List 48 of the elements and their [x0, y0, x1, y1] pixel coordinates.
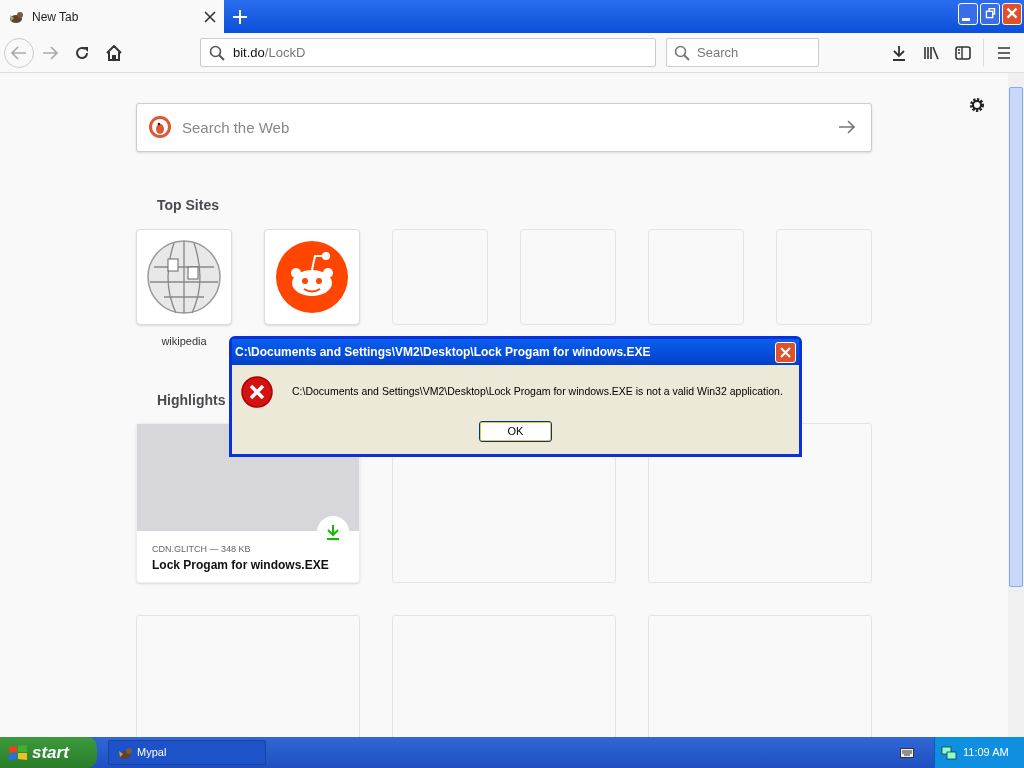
card-title: Lock Progam for windows.EXE: [152, 557, 329, 574]
arrow-right-icon[interactable]: [838, 119, 856, 135]
site-label: wikipedia: [161, 334, 207, 349]
duck-logo-icon: [148, 115, 172, 139]
scrollbar[interactable]: [1008, 73, 1024, 737]
dialog-title: C:\Documents and Settings\VM2\Desktop\Lock Progam for windows.EXE: [235, 344, 652, 361]
home-icon: [106, 44, 122, 61]
top-site-tile[interactable]: [136, 229, 232, 325]
top-site-tile[interactable]: [264, 229, 360, 325]
url-text: bit.do/LockD: [233, 43, 306, 62]
close-icon: [780, 346, 791, 358]
close-icon[interactable]: [204, 10, 216, 23]
close-button[interactable]: [1002, 3, 1022, 25]
menu-icon[interactable]: [996, 44, 1012, 61]
section-heading: Highlights: [157, 390, 226, 410]
restore-button[interactable]: [980, 3, 1000, 25]
settings-icon[interactable]: [968, 96, 986, 114]
tab-title: New Tab: [32, 8, 80, 26]
start-button[interactable]: start: [0, 737, 97, 768]
error-icon: [240, 375, 274, 409]
keyboard-icon[interactable]: [900, 747, 914, 758]
globe-icon: [144, 237, 224, 317]
taskbar-button[interactable]: Mypal: [108, 740, 266, 765]
back-arrow-icon: [11, 45, 27, 60]
library-icon[interactable]: [923, 44, 939, 61]
browser-tab[interactable]: New Tab: [0, 0, 224, 33]
address-bar[interactable]: bit.do/LockD: [200, 38, 656, 67]
network-icon[interactable]: [941, 744, 957, 761]
forward-arrow-icon: [42, 45, 58, 60]
download-icon: [325, 523, 341, 540]
minimize-icon: [962, 17, 970, 21]
minimize-button[interactable]: [958, 3, 978, 25]
card-source: CDN.GLITCH — 348 KB: [152, 542, 251, 556]
windows-logo-icon: [8, 743, 28, 762]
search-icon: [209, 44, 225, 61]
clock: 11:09 AM: [963, 745, 1009, 761]
sidebar-icon[interactable]: [955, 44, 971, 61]
plus-icon: [232, 8, 248, 25]
close-button[interactable]: [775, 341, 796, 363]
download-icon[interactable]: [891, 44, 907, 61]
search-icon: [674, 45, 690, 61]
alien-logo-icon: [276, 241, 348, 313]
reload-icon: [74, 44, 90, 61]
section-heading: Top Sites: [157, 196, 219, 215]
dialog-message: C:\Documents and Settings\VM2\Desktop\Lock Progam for windows.EXE is not a valid Win32 application.: [292, 384, 783, 400]
web-search-field[interactable]: Search the Web: [136, 103, 872, 152]
search-field[interactable]: Search: [666, 38, 819, 67]
ok-button[interactable]: OK: [479, 421, 552, 442]
